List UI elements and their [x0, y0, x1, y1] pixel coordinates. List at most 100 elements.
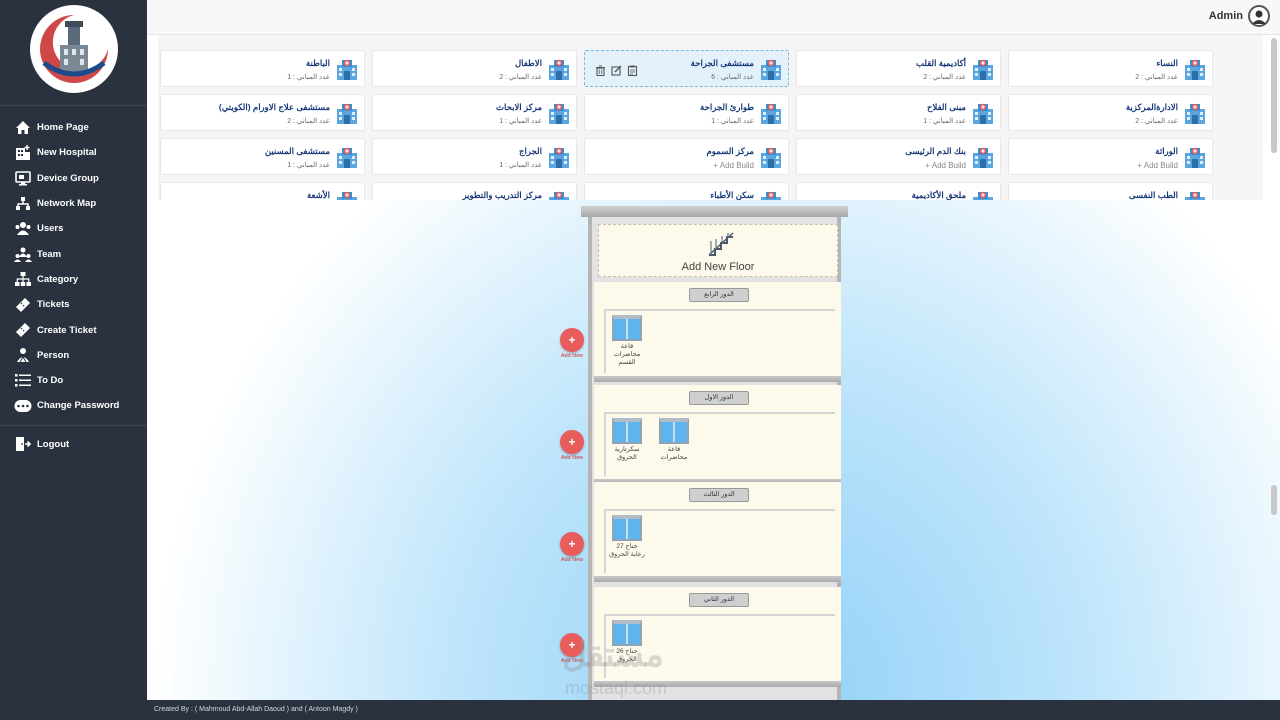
- hospital-card[interactable]: الطب النفسى: [1008, 182, 1213, 200]
- hospital-card[interactable]: الادارةالمركزية عدد المباني : 2: [1008, 94, 1213, 131]
- hospital-card[interactable]: مستشفى علاج الاورام (الكويتي) عدد المباني…: [160, 94, 365, 131]
- nav-person[interactable]: Person: [0, 343, 147, 368]
- nav-logout[interactable]: Logout: [0, 432, 147, 457]
- nav-label: Tickets: [37, 299, 70, 311]
- floor: الدور الثالث جناح 27 رعاية الحروق: [594, 482, 841, 582]
- hospital-card[interactable]: مبنى الفلاح عدد المباني : 1: [796, 94, 1001, 131]
- add-room-button[interactable]: + Add New: [559, 532, 585, 563]
- footer: Created By : ( Mahmoud Abd-Allah Daoud )…: [147, 700, 1280, 720]
- floor-slab: [594, 576, 841, 582]
- floor-label[interactable]: الدور الرابع: [689, 288, 749, 302]
- room-area: سكرتارية الحروق قاعة محاضرات: [604, 412, 835, 476]
- room[interactable]: جناح 27 رعاية الحروق: [609, 515, 645, 559]
- delete-icon[interactable]: [595, 63, 606, 77]
- hospital-card[interactable]: الباطنة عدد المباني : 1: [160, 50, 365, 87]
- room-name: سكرتارية الحروق: [614, 446, 640, 461]
- room-name: جناح 27 رعاية الحروق: [609, 543, 645, 558]
- clipboard-icon[interactable]: [627, 63, 638, 77]
- user-name[interactable]: Admin: [1209, 10, 1243, 22]
- add-build-link[interactable]: + Add Build: [1137, 161, 1178, 170]
- room[interactable]: قاعة محاضرات: [656, 418, 692, 462]
- hospital-card[interactable]: طوارئ الجراحة عدد المباني : 1: [584, 94, 789, 131]
- hospital-icon: [1183, 189, 1207, 200]
- nav-label: Team: [37, 248, 62, 260]
- room[interactable]: سكرتارية الحروق: [609, 418, 645, 462]
- password-icon: [14, 398, 32, 414]
- hospital-icon: [759, 101, 783, 125]
- add-build-link[interactable]: + Add Build: [925, 161, 966, 170]
- nav-tickets[interactable]: Tickets: [0, 292, 147, 317]
- building-count: عدد المباني : 2: [923, 74, 966, 81]
- floor-label[interactable]: الدور الثاني: [689, 593, 749, 607]
- main-content: النساء عدد المباني : 2 أكاديمية القلب عدد ا…: [147, 35, 1280, 707]
- nav-label: Network Map: [37, 198, 97, 210]
- add-new-label: Add New: [560, 353, 584, 359]
- nav-change-password[interactable]: Change Password: [0, 393, 147, 418]
- sidebar-nav: Home Page New Hospital Device Group Netw…: [0, 115, 147, 457]
- hospital-card[interactable]: الوراثة + Add Build: [1008, 138, 1213, 175]
- add-new-floor-button[interactable]: Add New Floor: [598, 224, 838, 277]
- ticket-add-icon: [14, 322, 32, 338]
- hospital-card[interactable]: مركز التدريب والتطوير: [372, 182, 577, 200]
- building: Add New Floor الدور الرابع قاعة محاضرات ا…: [588, 217, 841, 707]
- sidebar: Home Page New Hospital Device Group Netw…: [0, 0, 147, 720]
- hospital-grid: النساء عدد المباني : 2 أكاديمية القلب عدد ا…: [158, 35, 1263, 200]
- hospital-icon: [1183, 101, 1207, 125]
- nav-to-do[interactable]: To Do: [0, 368, 147, 393]
- hospital-name: الباطنة: [306, 58, 330, 68]
- hospital-card[interactable]: سكن الأطباء: [584, 182, 789, 200]
- add-new-label: Add New: [560, 455, 584, 461]
- edit-icon[interactable]: [611, 63, 622, 76]
- hospital-card[interactable]: مركز السموم + Add Build: [584, 138, 789, 175]
- nav-label: Create Ticket: [37, 324, 97, 336]
- floor-label[interactable]: الدور الاول: [689, 391, 749, 405]
- hospital-icon: [335, 189, 359, 200]
- nav-home-page[interactable]: Home Page: [0, 115, 147, 140]
- page-scrollbar[interactable]: [1271, 485, 1277, 515]
- add-room-button[interactable]: + Add New: [559, 430, 585, 461]
- nav-device-group[interactable]: Device Group: [0, 166, 147, 191]
- hospital-icon: [759, 145, 783, 169]
- hospital-card[interactable]: النساء عدد المباني : 2: [1008, 50, 1213, 87]
- hospital-icon: [1183, 145, 1207, 169]
- hospital-name: طوارئ الجراحة: [700, 102, 754, 112]
- room[interactable]: قاعة محاضرات القسم: [609, 315, 645, 367]
- hospital-card[interactable]: الاطفال عدد المباني : 2: [372, 50, 577, 87]
- room-window-icon: [659, 418, 689, 444]
- floor-label[interactable]: الدور الثالث: [689, 488, 749, 502]
- building-count: عدد المباني : 1: [711, 118, 754, 125]
- hospital-card[interactable]: ملحق الأكاديمية: [796, 182, 1001, 200]
- hospital-name: الادارةالمركزية: [1125, 102, 1178, 112]
- room-name: قاعة محاضرات: [660, 446, 688, 461]
- hospital-name: مستشفى الجراحة: [690, 58, 754, 68]
- hospital-card[interactable]: مستشفى الجراحة عدد المباني : 6: [584, 50, 789, 87]
- nav-network-map[interactable]: Network Map: [0, 191, 147, 216]
- nav-divider: [0, 424, 147, 426]
- hospital-card[interactable]: الجراج عدد المباني : 1: [372, 138, 577, 175]
- logout-icon: [14, 436, 32, 452]
- hospital-card[interactable]: الأشعة: [160, 182, 365, 200]
- building-count: عدد المباني : 1: [499, 162, 542, 169]
- add-floor-label: Add New Floor: [681, 261, 755, 273]
- nav-team[interactable]: Team: [0, 241, 147, 266]
- nav-label: To Do: [37, 375, 64, 387]
- nav-users[interactable]: Users: [0, 216, 147, 241]
- avatar[interactable]: [1248, 5, 1270, 27]
- hospital-card[interactable]: مستشفى المسنين عدد المباني : 1: [160, 138, 365, 175]
- room-name: قاعة محاضرات القسم: [613, 343, 641, 366]
- monitor-icon: [14, 170, 32, 186]
- nav-create-ticket[interactable]: Create Ticket: [0, 317, 147, 342]
- sitemap-icon: [14, 271, 32, 287]
- hospital-name: ملحق الأكاديمية: [911, 190, 966, 200]
- card-actions: [595, 63, 638, 77]
- nav-new-hospital[interactable]: New Hospital: [0, 140, 147, 165]
- add-room-button[interactable]: + Add New: [559, 328, 585, 359]
- hospital-card[interactable]: أكاديمية القلب عدد المباني : 2: [796, 50, 1001, 87]
- nav-category[interactable]: Category: [0, 267, 147, 292]
- nav-label: Users: [37, 223, 64, 235]
- users-icon: [14, 221, 32, 237]
- add-build-link[interactable]: + Add Build: [713, 161, 754, 170]
- grid-scrollbar[interactable]: [1271, 38, 1277, 153]
- hospital-card[interactable]: بنك الدم الرئيسى + Add Build: [796, 138, 1001, 175]
- hospital-card[interactable]: مركز الابحاث عدد المباني : 1: [372, 94, 577, 131]
